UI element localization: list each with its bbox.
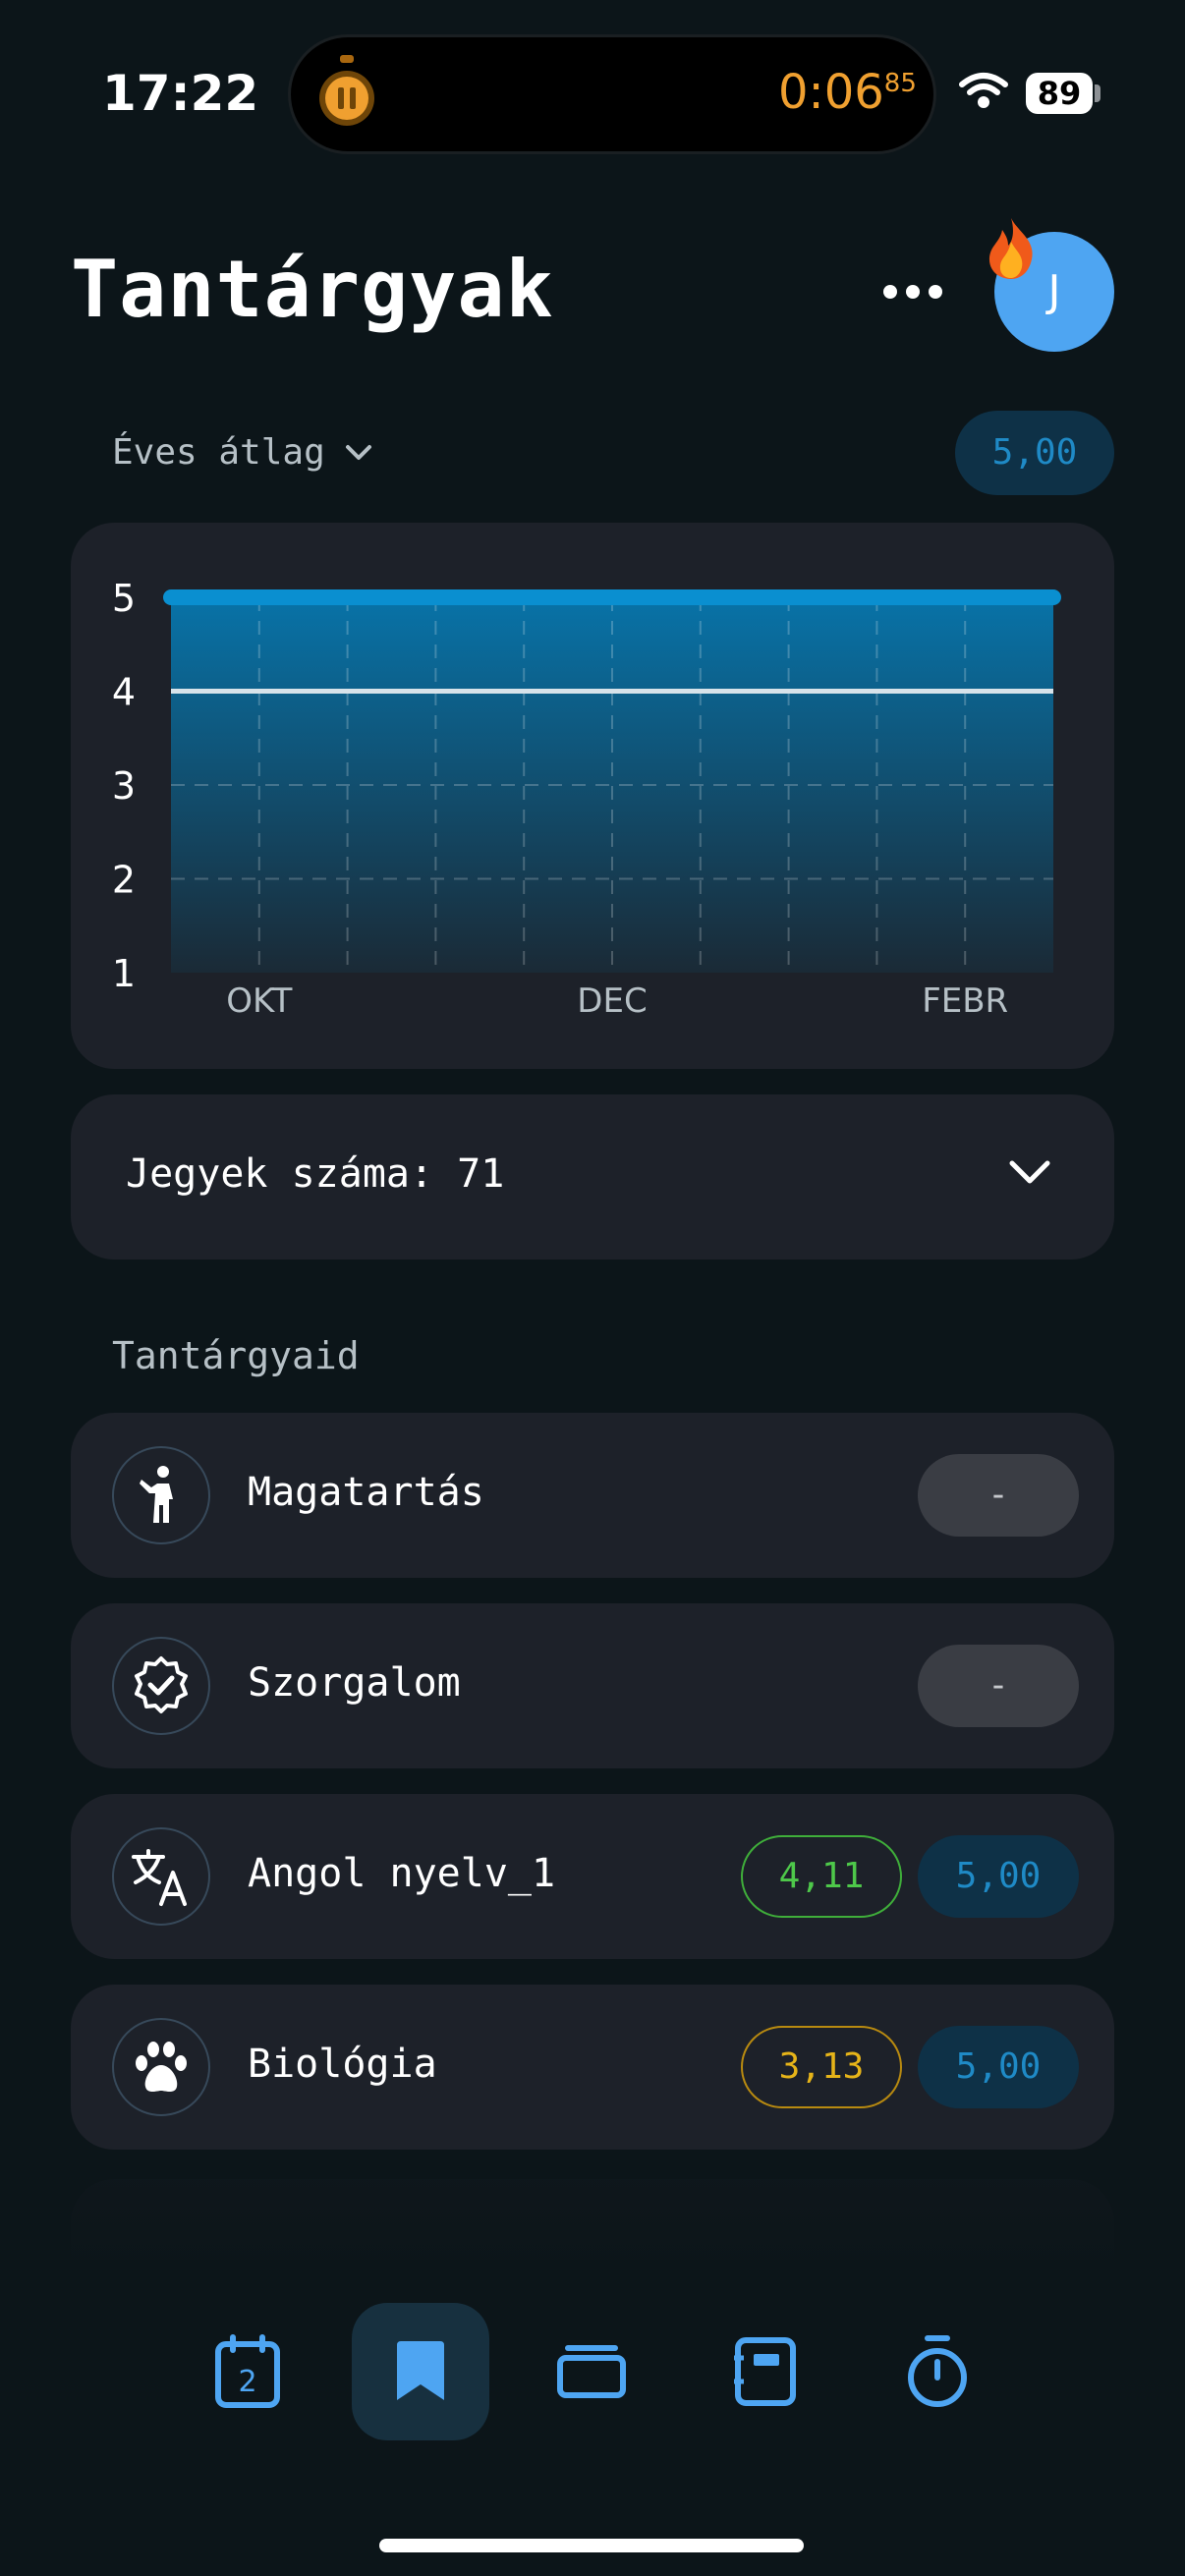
grades-count-text: Jegyek száma: 71	[126, 1151, 505, 1197]
chart-x-tick-label: DEC	[577, 981, 647, 1021]
average-value-badge: 5,00	[955, 411, 1114, 495]
timer-main: 0:06	[778, 65, 884, 120]
person-icon	[140, 1466, 173, 1523]
grades-count-card[interactable]: Jegyek száma: 71	[71, 1094, 1114, 1260]
page-title: Tantárgyak	[71, 244, 554, 335]
notebook-icon	[734, 2337, 796, 2406]
verified-badge-icon	[135, 1656, 188, 1713]
subject-name: Biológia	[248, 2042, 437, 2087]
wifi-icon	[959, 73, 1008, 108]
average-selector[interactable]: Éves átlag	[112, 432, 372, 473]
translate-icon	[132, 1849, 187, 1906]
pause-timer-icon[interactable]	[314, 53, 379, 132]
tab-timer[interactable]	[869, 2303, 1006, 2440]
chevron-down-icon	[1009, 1160, 1050, 1184]
class-average-pill: 4,11	[741, 1835, 902, 1918]
tab-subjects[interactable]	[352, 2303, 489, 2440]
bookmark-icon	[397, 2341, 444, 2400]
class-average-pill: 3,13	[741, 2026, 902, 2108]
tab-lessons[interactable]	[523, 2303, 660, 2440]
status-time: 17:22	[102, 65, 259, 122]
subject-icon-wrapper	[112, 1827, 210, 1926]
chart-x-tick-label: OKT	[226, 981, 292, 1021]
stopwatch-icon	[908, 2335, 967, 2407]
chart-y-tick-label: 1	[112, 952, 136, 995]
battery-cap	[1095, 84, 1100, 102]
home-indicator	[379, 2539, 804, 2552]
chart-y-tick-label: 4	[112, 671, 136, 714]
average-chart-card: 5 4 3 2 1 OKT DEC FEBR	[71, 523, 1114, 1069]
paw-icon	[136, 2042, 187, 2092]
subject-row-magatartas[interactable]: Magatartás -	[71, 1413, 1114, 1578]
section-heading: Tantárgyaid	[112, 1334, 360, 1377]
chart-y-tick-label: 2	[112, 859, 136, 902]
subject-average-pill: 5,00	[918, 2026, 1079, 2108]
calendar-badge: 2	[238, 2365, 256, 2399]
chart-y-tick-label: 5	[112, 577, 136, 620]
subject-row-szorgalom[interactable]: Szorgalom -	[71, 1603, 1114, 1768]
subject-name: Szorgalom	[248, 1660, 461, 1706]
tab-homework[interactable]	[696, 2303, 833, 2440]
subject-name: Magatartás	[248, 1470, 484, 1515]
live-timer-readout: 0:0685	[778, 65, 917, 120]
subject-row-biologia[interactable]: Biológia 3,13 5,00	[71, 1985, 1114, 2150]
calendar-icon: 2	[215, 2334, 280, 2408]
subject-name: Angol nyelv_1	[248, 1851, 556, 1896]
subject-average-pill: -	[918, 1454, 1079, 1537]
subject-average-pill: 5,00	[918, 1835, 1079, 1918]
average-chart: 5 4 3 2 1 OKT DEC FEBR	[112, 577, 1061, 1021]
subject-icon-wrapper	[112, 1446, 210, 1544]
subject-average-pill: -	[918, 1645, 1079, 1727]
subject-icon-wrapper	[112, 2018, 210, 2116]
cards-icon	[557, 2345, 626, 2398]
chart-x-tick-label: FEBR	[922, 981, 1008, 1021]
subject-icon-wrapper	[112, 1637, 210, 1735]
subject-row-angol[interactable]: Angol nyelv_1 4,11 5,00	[71, 1794, 1114, 1959]
more-options-icon[interactable]	[880, 281, 945, 303]
streak-flame-icon	[988, 218, 1033, 279]
battery-level: 89	[1026, 73, 1093, 114]
chart-y-tick-label: 3	[112, 764, 136, 808]
chevron-down-icon	[345, 444, 371, 460]
timer-fraction: 85	[883, 69, 917, 98]
average-label: Éves átlag	[112, 432, 325, 473]
tab-timetable[interactable]: 2	[179, 2303, 316, 2440]
